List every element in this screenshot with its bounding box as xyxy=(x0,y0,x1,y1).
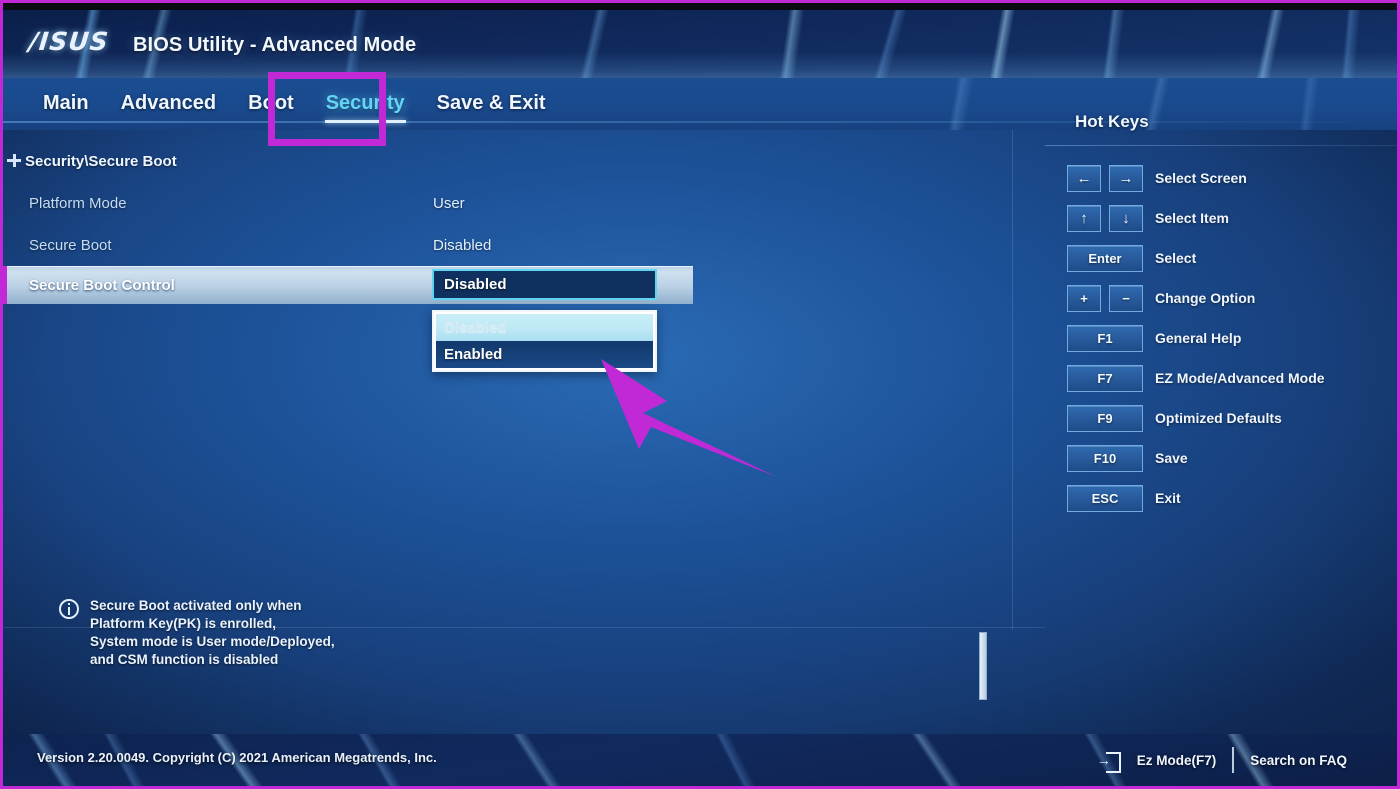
back-arrow-icon[interactable] xyxy=(3,148,25,174)
key-f1[interactable]: F1 xyxy=(1067,324,1143,352)
hotkey-row-select: Enter Select xyxy=(1045,238,1397,278)
key-esc[interactable]: ESC xyxy=(1067,484,1143,512)
hot-keys-title: Hot Keys xyxy=(1075,112,1149,131)
settings-list: Platform Mode User Secure Boot Disabled … xyxy=(3,182,1045,372)
hotkey-keys: Enter xyxy=(1045,244,1155,272)
panel-divider-vertical xyxy=(1012,130,1013,630)
hotkey-description: Exit xyxy=(1155,490,1181,506)
tab-main[interactable]: Main xyxy=(41,88,91,121)
info-icon xyxy=(59,599,79,619)
hotkey-description: Optimized Defaults xyxy=(1155,410,1282,426)
secure-boot-control-combo[interactable]: Disabled xyxy=(432,269,657,300)
key-arrow-down[interactable]: ↓ xyxy=(1109,204,1143,232)
title-bar: /ISUS BIOS Utility - Advanced Mode xyxy=(3,10,1397,78)
hotkey-keys: ↑ ↓ xyxy=(1045,204,1155,232)
key-minus[interactable]: − xyxy=(1109,284,1143,312)
hotkey-row-select-screen: ← → Select Screen xyxy=(1045,158,1397,198)
combo-value: Disabled xyxy=(444,276,507,293)
help-line: and CSM function is disabled xyxy=(90,652,279,667)
breadcrumb-label: Security\Secure Boot xyxy=(25,152,177,170)
hot-keys-divider xyxy=(1045,145,1397,146)
settings-panel: Security\Secure Boot Platform Mode User … xyxy=(3,130,1045,737)
secure-boot-control-dropdown[interactable]: Disabled Enabled xyxy=(432,310,657,372)
setting-label: Secure Boot xyxy=(29,236,112,254)
hotkey-row-optimized-defaults: F9 Optimized Defaults xyxy=(1045,398,1397,438)
status-bar: Version 2.20.0049. Copyright (C) 2021 Am… xyxy=(3,734,1397,786)
hotkey-keys: ← → xyxy=(1045,164,1155,192)
bios-screen: /ISUS BIOS Utility - Advanced Mode Main … xyxy=(0,0,1400,789)
key-arrow-right[interactable]: → xyxy=(1109,164,1143,192)
footer-separator xyxy=(1232,747,1235,773)
setting-row-secure-boot[interactable]: Secure Boot Disabled xyxy=(3,224,1045,266)
hotkey-row-change-option: + − Change Option xyxy=(1045,278,1397,318)
setting-value: User xyxy=(433,194,465,212)
hotkey-keys: ESC xyxy=(1045,484,1155,512)
help-line: Platform Key(PK) is enrolled, xyxy=(90,616,277,631)
setting-label: Secure Boot Control xyxy=(29,276,175,294)
setting-row-platform-mode[interactable]: Platform Mode User xyxy=(3,182,1045,224)
monitor-bezel-top xyxy=(3,3,1397,10)
key-plus[interactable]: + xyxy=(1067,284,1101,312)
search-faq-button[interactable]: Search on FAQ xyxy=(1250,753,1347,768)
key-arrow-up[interactable]: ↑ xyxy=(1067,204,1101,232)
help-line: System mode is User mode/Deployed, xyxy=(90,634,335,649)
hotkey-description: Select Item xyxy=(1155,210,1229,226)
hotkey-row-select-item: ↑ ↓ Select Item xyxy=(1045,198,1397,238)
help-text: Secure Boot activated only when Platform… xyxy=(90,597,335,669)
key-f10[interactable]: F10 xyxy=(1067,444,1143,472)
hotkey-description: Select xyxy=(1155,250,1197,266)
setting-row-secure-boot-control[interactable]: Secure Boot Control Disabled Disabled En… xyxy=(3,266,1045,372)
breadcrumb: Security\Secure Boot xyxy=(3,148,1045,174)
hotkey-description: General Help xyxy=(1155,330,1242,346)
key-f7[interactable]: F7 xyxy=(1067,364,1143,392)
panel-divider-horizontal xyxy=(3,627,1045,628)
version-text: Version 2.20.0049. Copyright (C) 2021 Am… xyxy=(37,750,437,765)
help-text-box: Secure Boot activated only when Platform… xyxy=(59,597,335,669)
hotkey-keys: F9 xyxy=(1045,404,1155,432)
ez-mode-button[interactable]: Ez Mode(F7) xyxy=(1137,753,1217,768)
dropdown-option-disabled[interactable]: Disabled xyxy=(436,314,653,341)
hot-keys-panel: Hot Keys ← → Select Screen ↑ ↓ Select It… xyxy=(1045,100,1397,737)
tab-save-exit[interactable]: Save & Exit xyxy=(435,88,548,121)
page-title: BIOS Utility - Advanced Mode xyxy=(133,34,417,56)
help-line: Secure Boot activated only when xyxy=(90,598,302,613)
dropdown-option-enabled[interactable]: Enabled xyxy=(436,341,653,368)
hotkey-row-save: F10 Save xyxy=(1045,438,1397,478)
hotkey-keys: + − xyxy=(1045,284,1155,312)
hotkey-keys: F7 xyxy=(1045,364,1155,392)
asus-logo: /ISUS xyxy=(27,26,111,56)
scrollbar-thumb[interactable] xyxy=(979,632,987,700)
hotkey-description: EZ Mode/Advanced Mode xyxy=(1155,370,1325,386)
hotkey-description: Select Screen xyxy=(1155,170,1247,186)
key-f9[interactable]: F9 xyxy=(1067,404,1143,432)
hotkey-description: Change Option xyxy=(1155,290,1256,306)
hotkey-row-ez-mode: F7 EZ Mode/Advanced Mode xyxy=(1045,358,1397,398)
tab-advanced[interactable]: Advanced xyxy=(119,88,219,121)
hotkey-row-exit: ESC Exit xyxy=(1045,478,1397,518)
hotkey-description: Save xyxy=(1155,450,1188,466)
hot-keys-list: ← → Select Screen ↑ ↓ Select Item Enter … xyxy=(1045,158,1397,518)
setting-label: Platform Mode xyxy=(29,194,127,212)
setting-value: Disabled xyxy=(433,236,492,254)
hotkey-keys: F10 xyxy=(1045,444,1155,472)
ez-mode-icon[interactable] xyxy=(1099,751,1121,773)
hotkey-keys: F1 xyxy=(1045,324,1155,352)
key-enter[interactable]: Enter xyxy=(1067,244,1143,272)
key-arrow-left[interactable]: ← xyxy=(1067,164,1101,192)
annotation-box-security-tab xyxy=(268,72,386,146)
footer-actions: Ez Mode(F7) Search on FAQ xyxy=(1099,747,1347,773)
hotkey-row-general-help: F1 General Help xyxy=(1045,318,1397,358)
